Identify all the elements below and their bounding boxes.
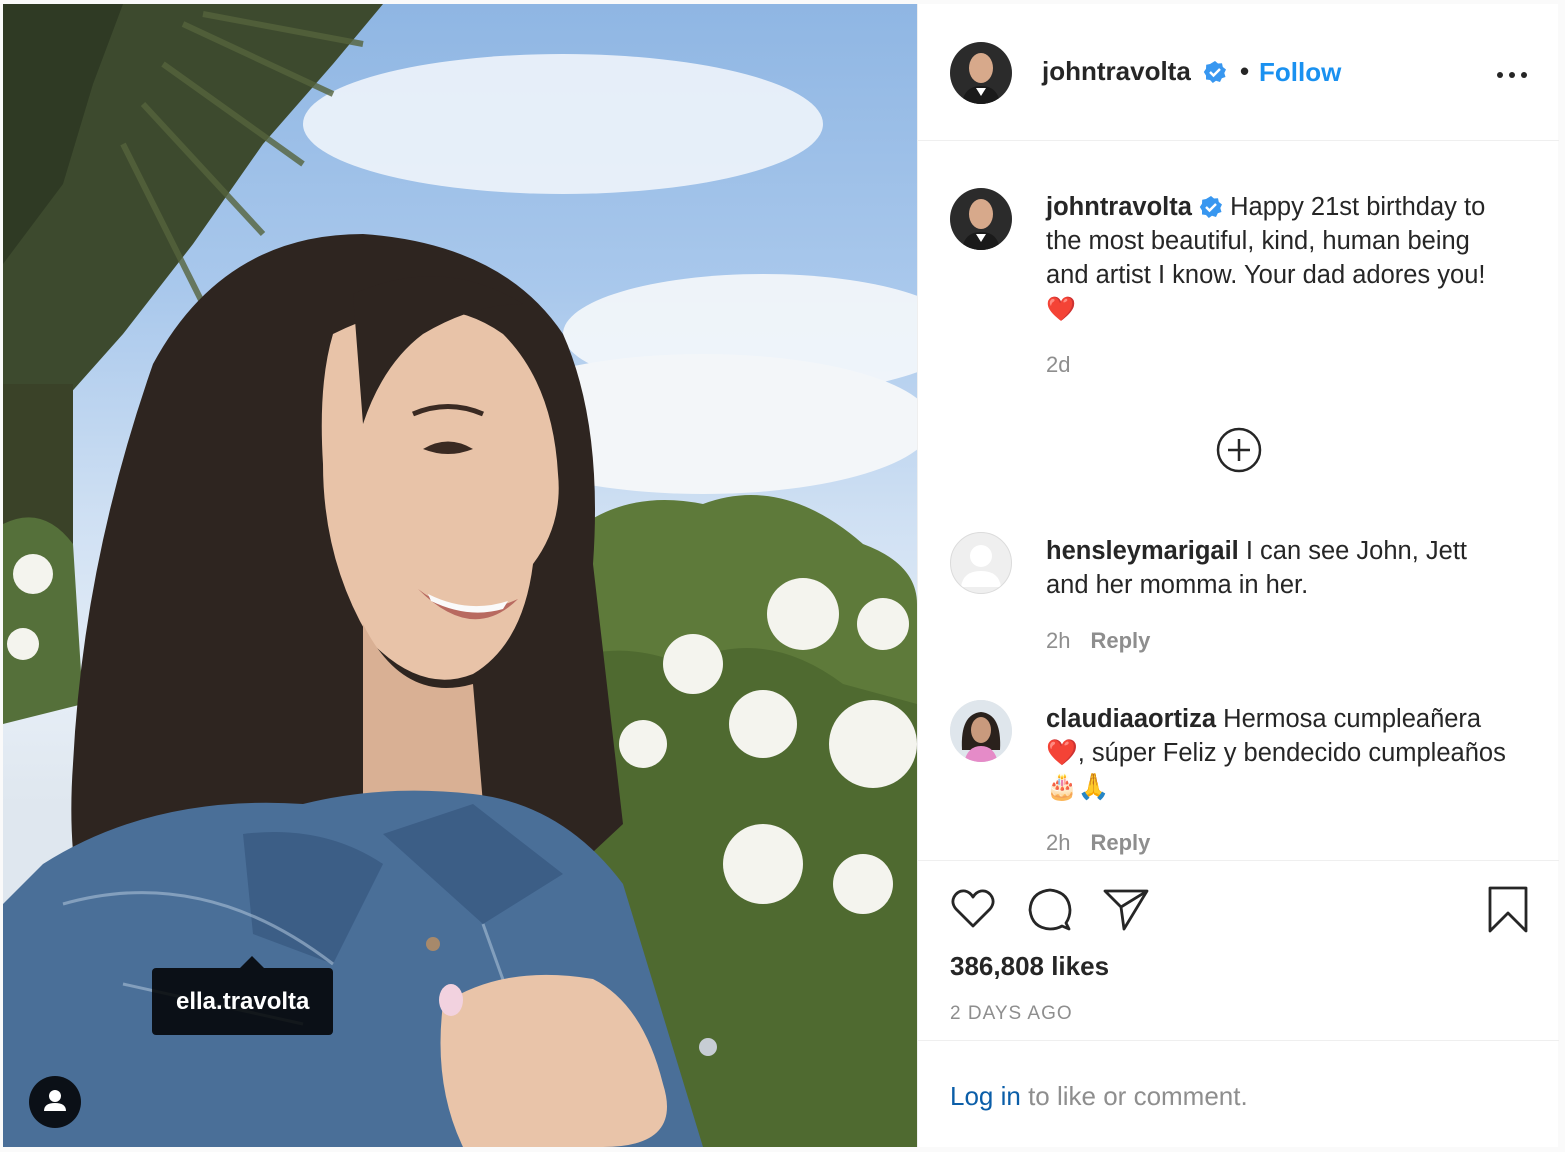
caption-text-block: johntravolta Happy 21st birthday to the …	[1046, 190, 1516, 327]
comment-meta: 2h Reply	[1046, 628, 1150, 654]
heart-icon[interactable]	[949, 885, 997, 933]
caption-time: 2d	[1046, 352, 1071, 377]
reply-button[interactable]: Reply	[1090, 830, 1150, 855]
comment-text-block: hensleymarigail I can see John, Jett and…	[1046, 534, 1516, 602]
author-avatar[interactable]	[950, 42, 1012, 104]
instagram-post-frame: ella.travolta johntravolta • Follow john…	[0, 0, 1565, 1152]
bookmark-icon[interactable]	[1484, 885, 1532, 933]
verified-badge-icon	[1203, 61, 1226, 83]
comment-username[interactable]: claudiaaortiza	[1046, 705, 1216, 733]
post-side-panel: johntravolta • Follow johntravolta Happy…	[917, 4, 1559, 1147]
photo-illustration	[3, 4, 917, 1147]
comment-time: 2h	[1046, 628, 1071, 653]
post-timestamp: 2 DAYS AGO	[950, 1003, 1073, 1024]
post-photo[interactable]: ella.travolta	[3, 4, 917, 1147]
login-rest-text: to like or comment.	[1028, 1081, 1248, 1111]
comment-text-block: claudiaaortiza Hermosa cumpleañera❤️, sú…	[1046, 702, 1516, 804]
person-icon[interactable]	[29, 1076, 81, 1128]
comment-time: 2h	[1046, 830, 1071, 855]
caption-author-avatar[interactable]	[950, 188, 1012, 250]
default-avatar-icon[interactable]	[950, 532, 1012, 594]
login-prompt: Log in to like or comment.	[918, 1040, 1559, 1147]
likes-count[interactable]: 386,808 likes	[950, 951, 1109, 982]
red-heart-emoji: ❤️	[1046, 296, 1076, 323]
caption-username[interactable]: johntravolta	[1046, 193, 1192, 221]
follow-button[interactable]: Follow	[1259, 57, 1341, 88]
user-tag-bubble[interactable]: ella.travolta	[152, 956, 334, 1035]
comments-scroll-area[interactable]: johntravolta Happy 21st birthday to the …	[918, 142, 1559, 860]
comment-meta: 2h Reply	[1046, 830, 1150, 856]
commenter-avatar[interactable]	[950, 700, 1012, 762]
comment-username[interactable]: hensleymarigail	[1046, 537, 1239, 565]
login-link[interactable]: Log in	[950, 1081, 1021, 1111]
author-username[interactable]: johntravolta	[1042, 56, 1191, 87]
header-separator: •	[1240, 56, 1250, 86]
reply-button[interactable]: Reply	[1090, 628, 1150, 653]
plus-circle-icon[interactable]	[1215, 426, 1263, 474]
send-icon[interactable]	[1102, 885, 1150, 933]
comment-icon[interactable]	[1026, 885, 1074, 933]
more-options-icon[interactable]	[1496, 68, 1528, 82]
post-header: johntravolta • Follow	[918, 4, 1559, 141]
post-actions: 386,808 likes 2 DAYS AGO	[918, 860, 1559, 1042]
verified-badge-icon	[1199, 196, 1223, 218]
login-text: Log in to like or comment.	[950, 1081, 1248, 1112]
